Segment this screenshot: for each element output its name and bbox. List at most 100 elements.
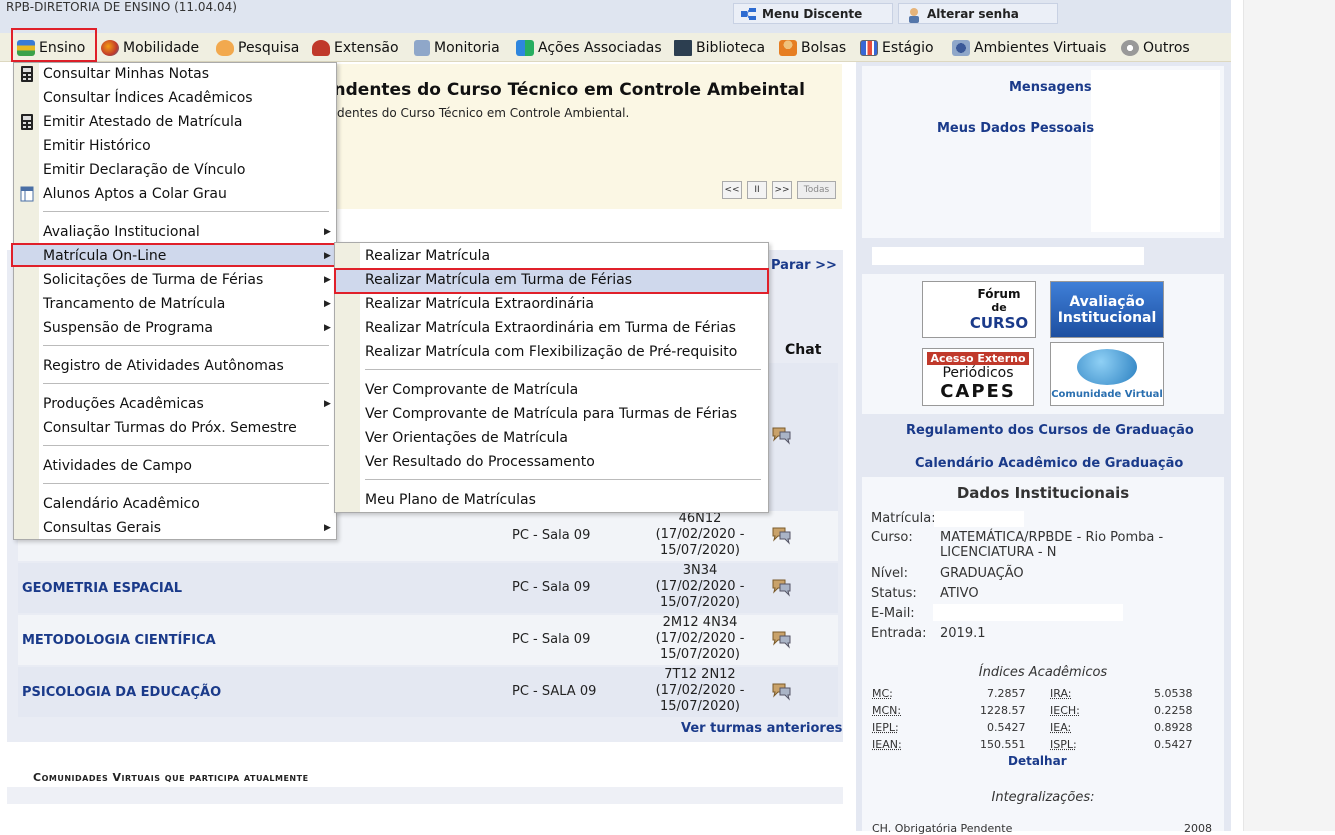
menu-item-emitir-declaracao[interactable]: Emitir Declaração de Vínculo <box>43 158 245 182</box>
menu-estagio[interactable]: Estágio <box>860 33 934 62</box>
menu-outros[interactable]: Outros <box>1121 33 1190 62</box>
menu-item-avaliacao-institucional[interactable]: Avaliação Institucional <box>43 220 200 244</box>
ver-turmas-anteriores-link[interactable]: Ver turmas anteriores <box>681 721 842 736</box>
capes-logo-line1: Acesso Externo <box>927 352 1029 365</box>
easel-icon <box>414 39 430 56</box>
avaliacao-institucional-logo[interactable]: Avaliação Institucional <box>1050 281 1164 338</box>
turma-name[interactable]: METODOLOGIA CIENTÍFICA <box>22 633 216 648</box>
capes-logo[interactable]: Acesso Externo Periódicos CAPES <box>922 348 1034 406</box>
turma-schedule: 46N12 (17/02/2020 -15/07/2020) <box>655 511 745 558</box>
iepl-value: 0.5427 <box>987 721 1026 734</box>
mcn-value: 1228.57 <box>980 704 1026 717</box>
submenu-arrow-icon: ▶ <box>324 275 331 285</box>
chat-icon[interactable] <box>770 681 792 701</box>
matricula-label: Matrícula: <box>871 511 936 526</box>
parar-link[interactable]: Parar >> <box>771 258 837 273</box>
user-photo-area <box>1091 70 1220 232</box>
alterar-senha-button[interactable]: Alterar senha <box>898 3 1058 24</box>
menu-acoes-associadas[interactable]: Ações Associadas <box>516 33 662 62</box>
menu-item-suspensao[interactable]: Suspensão de Programa <box>43 316 213 340</box>
integralizacao-row-label: CH. Obrigatória Pendente <box>872 822 1013 835</box>
menu-icon-strip <box>14 63 39 539</box>
menu-discente-button[interactable]: Menu Discente <box>733 3 893 24</box>
entrada-value: 2019.1 <box>940 626 986 641</box>
turma-schedule: 7T12 2N12 (17/02/2020 -15/07/2020) <box>655 667 745 714</box>
chat-icon[interactable] <box>770 629 792 649</box>
pager-all-button[interactable]: Todas <box>797 181 836 199</box>
menu-discente-icon <box>740 7 758 21</box>
menu-bolsas[interactable]: Bolsas <box>779 33 846 62</box>
mensagens-link[interactable]: Mensagens <box>1009 80 1092 95</box>
turma-name[interactable]: GEOMETRIA ESPACIAL <box>22 581 182 596</box>
submenu-item-ver-orientacoes[interactable]: Ver Orientações de Matrícula <box>365 426 568 450</box>
chat-icon[interactable] <box>770 525 792 545</box>
forum-logo-line2: de <box>991 301 1007 314</box>
pager-next-button[interactable]: >> <box>772 181 792 199</box>
menu-biblioteca[interactable]: Biblioteca <box>674 33 765 62</box>
library-icon <box>674 39 692 56</box>
menu-extensao[interactable]: Extensão <box>312 33 399 62</box>
submenu-item-ver-comprovante[interactable]: Ver Comprovante de Matrícula <box>365 378 578 402</box>
chat-icon[interactable] <box>770 577 792 597</box>
pager-prev-button[interactable]: << <box>722 181 742 199</box>
scrollbar-track[interactable] <box>1243 0 1335 831</box>
menu-pesquisa[interactable]: Pesquisa <box>216 33 299 62</box>
submenu-item-realizar-matricula[interactable]: Realizar Matrícula <box>365 244 490 268</box>
avaliacao-logo-line1: Avaliação <box>1069 293 1145 310</box>
menu-item-consultar-turmas[interactable]: Consultar Turmas do Próx. Semestre <box>43 416 297 440</box>
menu-discente-label: Menu Discente <box>762 6 863 21</box>
menu-item-emitir-atestado[interactable]: Emitir Atestado de Matrícula <box>43 110 242 134</box>
submenu-item-meu-plano[interactable]: Meu Plano de Matrículas <box>365 488 536 512</box>
submenu-item-extraordinaria[interactable]: Realizar Matrícula Extraordinária <box>365 292 594 316</box>
person-icon <box>779 39 797 56</box>
menu-acoes-label: Ações Associadas <box>538 39 662 56</box>
menu-item-consultar-indices[interactable]: Consultar Índices Acadêmicos <box>43 86 253 110</box>
forum-logo-line3: CURSO <box>969 314 1029 332</box>
menu-item-consultas-gerais[interactable]: Consultas Gerais <box>43 516 161 540</box>
pager-pause-button[interactable]: II <box>747 181 767 199</box>
regulamento-link[interactable]: Regulamento dos Cursos de Graduação <box>906 423 1194 438</box>
indices-academicos-title: Índices Acadêmicos <box>978 665 1108 680</box>
submenu-item-extraordinaria-ferias[interactable]: Realizar Matrícula Extraordinária em Tur… <box>365 316 736 340</box>
notice-title: endentes do Curso Técnico em Controle Am… <box>322 80 805 100</box>
turma-location: PC - Sala 09 <box>512 580 591 595</box>
ensino-highlight-box <box>11 28 97 62</box>
dados-institucionais-title: Dados Institucionais <box>956 484 1130 502</box>
menu-item-consultar-notas[interactable]: Consultar Minhas Notas <box>43 62 209 86</box>
menu-item-alunos-aptos[interactable]: Alunos Aptos a Colar Grau <box>43 182 227 206</box>
menu-monitoria[interactable]: Monitoria <box>414 33 500 62</box>
menu-extensao-label: Extensão <box>334 39 399 56</box>
menu-item-registro-atividades[interactable]: Registro de Atividades Autônomas <box>43 354 284 378</box>
menu-separator <box>365 479 761 480</box>
integralizacao-row-value: 2008 <box>1184 822 1212 835</box>
menu-item-producoes[interactable]: Produções Acadêmicas <box>43 392 204 416</box>
matricula-value-redacted <box>934 511 1024 527</box>
calendario-link[interactable]: Calendário Acadêmico de Graduação <box>915 456 1183 471</box>
turma-name[interactable]: PSICOLOGIA DA EDUCAÇÃO <box>22 685 221 700</box>
chat-icon[interactable] <box>770 425 792 445</box>
menu-item-trancamento[interactable]: Trancamento de Matrícula <box>43 292 225 316</box>
submenu-item-ver-resultado[interactable]: Ver Resultado do Processamento <box>365 450 595 474</box>
submenu-item-flexibilizacao[interactable]: Realizar Matrícula com Flexibilização de… <box>365 340 737 364</box>
meus-dados-pessoais-link[interactable]: Meus Dados Pessoais <box>937 121 1094 136</box>
forum-curso-logo[interactable]: Fórum de CURSO <box>922 281 1036 338</box>
menu-item-emitir-historico[interactable]: Emitir Histórico <box>43 134 151 158</box>
submenu-item-ver-comprovante-ferias[interactable]: Ver Comprovante de Matrícula para Turmas… <box>365 402 737 426</box>
menu-item-solicitacoes-ferias[interactable]: Solicitações de Turma de Férias <box>43 268 263 292</box>
calculator-icon <box>20 114 34 130</box>
puzzle-icon <box>516 39 534 56</box>
gear-icon <box>1121 39 1139 56</box>
ira-label: IRA: <box>1050 687 1072 700</box>
chart-icon <box>860 39 878 56</box>
capes-logo-line3: CAPES <box>940 381 1016 402</box>
ispl-label: ISPL: <box>1050 738 1077 751</box>
menu-item-atividades-campo[interactable]: Atividades de Campo <box>43 454 192 478</box>
menu-mobilidade[interactable]: Mobilidade <box>101 33 199 62</box>
email-label: E-Mail: <box>871 606 915 621</box>
comunidade-virtual-logo[interactable]: Comunidade Virtual <box>1050 342 1164 406</box>
detalhar-link[interactable]: Detalhar <box>1008 754 1067 768</box>
turma-location: PC - Sala 09 <box>512 528 591 543</box>
menu-ambientes-virtuais[interactable]: Ambientes Virtuais <box>952 33 1106 62</box>
menu-item-calendario[interactable]: Calendário Acadêmico <box>43 492 200 516</box>
matricula-online-red-box <box>11 243 337 267</box>
